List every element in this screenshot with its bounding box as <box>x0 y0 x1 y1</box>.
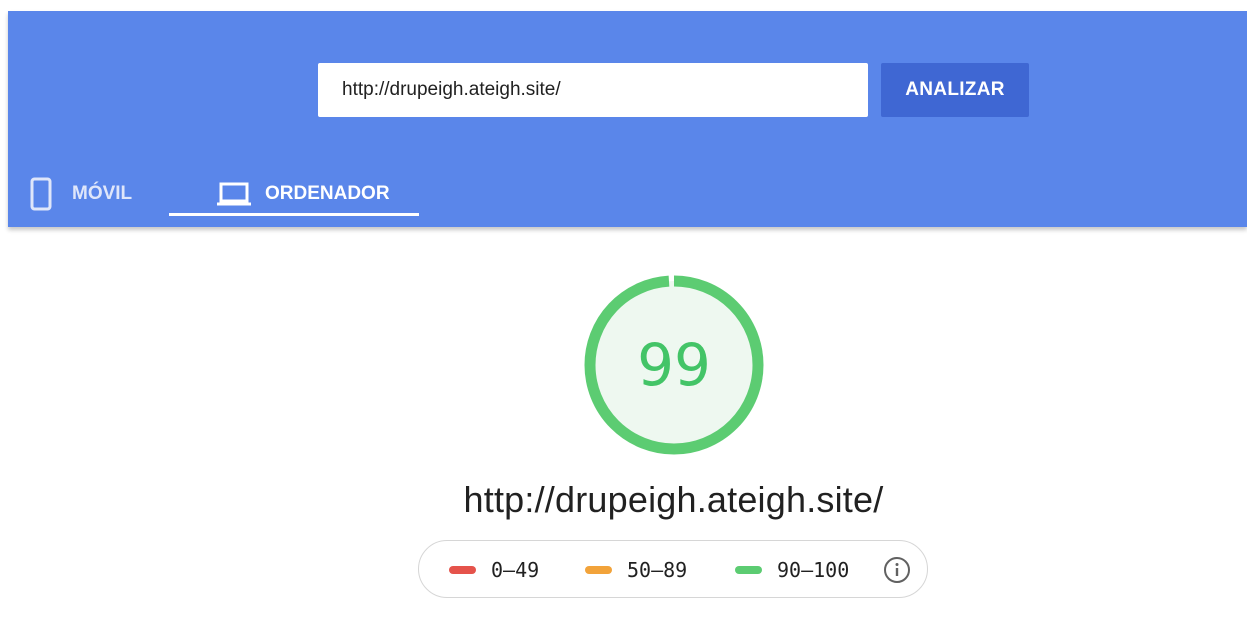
analyze-button[interactable]: ANALIZAR <box>881 63 1029 117</box>
legend-swatch-orange <box>585 566 612 574</box>
score-gauge: 99 <box>584 275 764 455</box>
legend-label: 50–89 <box>627 558 688 582</box>
device-tabs: MÓVIL ORDENADOR <box>8 161 1247 227</box>
tab-mobile-label: MÓVIL <box>72 183 133 204</box>
tab-desktop-label: ORDENADOR <box>265 183 390 204</box>
page: ANALIZAR MÓVIL <box>0 0 1247 630</box>
url-input[interactable] <box>318 63 868 117</box>
active-tab-indicator <box>169 213 419 216</box>
performance-score: 99 <box>637 331 711 399</box>
legend-swatch-green <box>735 566 762 574</box>
legend-label: 0–49 <box>491 558 540 582</box>
legend-item-average: 50–89 <box>585 541 687 599</box>
legend-item-pass: 90–100 <box>735 541 849 599</box>
legend-item-fail: 0–49 <box>449 541 539 599</box>
smartphone-icon <box>30 177 52 211</box>
info-icon[interactable] <box>883 556 911 584</box>
legend-swatch-red <box>449 566 476 574</box>
header-bar: ANALIZAR MÓVIL <box>8 11 1247 227</box>
laptop-icon <box>216 181 252 207</box>
tab-desktop[interactable]: ORDENADOR <box>177 161 427 227</box>
legend-label: 90–100 <box>777 558 850 582</box>
analyzed-url: http://drupeigh.ateigh.site/ <box>463 479 884 520</box>
score-legend: 0–49 50–89 90–100 <box>418 540 928 598</box>
tab-mobile[interactable]: MÓVIL <box>30 161 132 227</box>
